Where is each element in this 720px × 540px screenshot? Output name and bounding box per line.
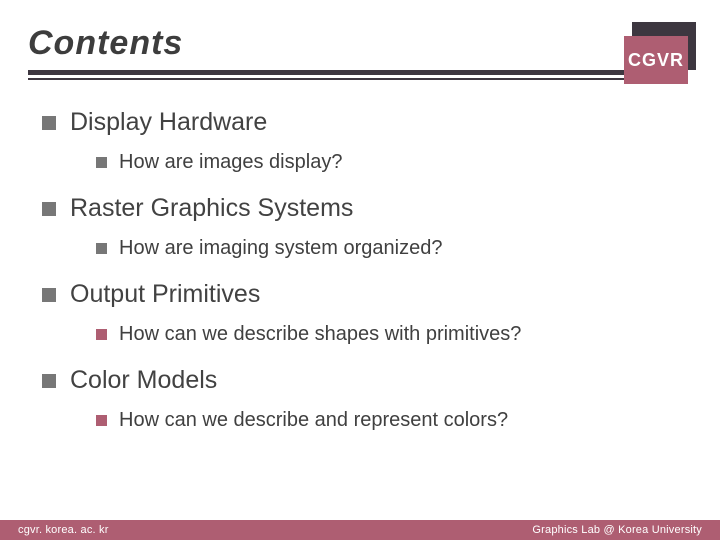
- badge: CGVR: [624, 28, 696, 84]
- bullet-square-icon: [96, 415, 107, 426]
- level2-text: How are imaging system organized?: [119, 237, 443, 260]
- level1-text: Raster Graphics Systems: [70, 194, 353, 223]
- footer-left-text: cgvr. korea. ac. kr: [18, 524, 109, 536]
- level2-row: How can we describe and represent colors…: [96, 409, 678, 432]
- level2-row: How are images display?: [96, 151, 678, 174]
- bullet-square-icon: [42, 374, 56, 388]
- level1-text: Color Models: [70, 366, 217, 395]
- level2-text: How are images display?: [119, 151, 342, 174]
- list-item: Color Models How can we describe and rep…: [42, 366, 678, 432]
- title-rule-thick: [28, 70, 624, 75]
- slide-header: Contents CGVR: [0, 0, 720, 78]
- level2-row: How can we describe shapes with primitiv…: [96, 323, 678, 346]
- list-item: Output Primitives How can we describe sh…: [42, 280, 678, 346]
- bullet-square-icon: [96, 329, 107, 340]
- level1-text: Output Primitives: [70, 280, 260, 309]
- bullet-square-icon: [42, 116, 56, 130]
- level1-text: Display Hardware: [70, 108, 267, 137]
- bullet-square-icon: [96, 157, 107, 168]
- bullet-square-icon: [42, 288, 56, 302]
- content-area: Display Hardware How are images display?…: [0, 108, 720, 452]
- badge-label: CGVR: [624, 36, 688, 84]
- footer-right-text: Graphics Lab @ Korea University: [532, 524, 702, 536]
- list-item: Display Hardware How are images display?: [42, 108, 678, 174]
- level1-row: Display Hardware: [42, 108, 678, 137]
- level2-text: How can we describe and represent colors…: [119, 409, 508, 432]
- footer-bar: cgvr. korea. ac. kr Graphics Lab @ Korea…: [0, 520, 720, 540]
- title-rule-thin: [28, 78, 624, 80]
- list-item: Raster Graphics Systems How are imaging …: [42, 194, 678, 260]
- bullet-square-icon: [42, 202, 56, 216]
- level2-row: How are imaging system organized?: [96, 237, 678, 260]
- level1-row: Output Primitives: [42, 280, 678, 309]
- bullet-square-icon: [96, 243, 107, 254]
- slide-title: Contents: [28, 24, 183, 63]
- level2-text: How can we describe shapes with primitiv…: [119, 323, 521, 346]
- level1-row: Color Models: [42, 366, 678, 395]
- level1-row: Raster Graphics Systems: [42, 194, 678, 223]
